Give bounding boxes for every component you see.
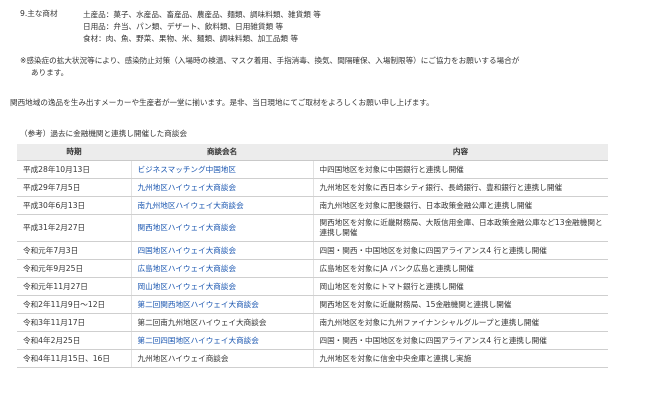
row-meeting-cell: 四国地区ハイウェイ大商談会 (131, 241, 314, 260)
meeting-link[interactable]: 広島地区ハイウェイ大商談会 (138, 264, 237, 273)
row-content: 関西地区を対象に近畿財務局、大阪信用金庫、日本政策金融公庫など13金融機関と連携… (313, 214, 608, 242)
row-meeting-cell: 広島地区ハイウェイ大商談会 (131, 259, 314, 278)
table-row: 令和3年11月17日 第二回南九州地区ハイウェイ大商談会 南九州地区を対象に九州… (17, 313, 608, 332)
header-meeting-name: 商談会名 (131, 144, 313, 161)
row-date: 令和元年11月27日 (17, 277, 132, 296)
reference-title: （参考）過去に金融機関と連携し開催した商談会 (20, 129, 188, 138)
row-date: 令和3年11月17日 (17, 313, 132, 332)
main-products-ingredients: 食材：肉、魚、野菜、果物、米、麺類、調味料類、加工品類 等 (83, 34, 299, 43)
row-content: 四国・関西・中国地区を対象に四国アライアンス4 行と連携し開催 (313, 241, 608, 260)
row-meeting-cell: 第二回四国地区ハイウェイ大商談会 (131, 331, 314, 350)
meeting-link[interactable]: ビジネスマッチング中国地区 (138, 165, 237, 174)
row-content: 岡山地区を対象にトマト銀行と連携し開催 (313, 277, 608, 296)
table-row: 平成31年2月27日 関西地区ハイウェイ大商談会 関西地区を対象に近畿財務局、大… (17, 214, 608, 242)
row-content: 南九州地区を対象に九州ファイナンシャルグループと連携し開催 (313, 313, 608, 332)
main-products-souvenirs: 土産品：菓子、水産品、畜産品、農産品、麺類、調味料類、雑貨類 等 (83, 10, 321, 19)
row-meeting-cell: 第二回関西地区ハイウェイ大商談会 (131, 295, 314, 314)
meeting-link[interactable]: 四国地区ハイウェイ大商談会 (138, 246, 237, 255)
row-date: 平成30年6月13日 (17, 196, 132, 215)
row-meeting-cell: 南九州地区ハイウェイ大商談会 (131, 196, 314, 215)
main-products-label: 9.主な商材 (20, 9, 58, 18)
table-row: 令和元年7月3日 四国地区ハイウェイ大商談会 四国・関西・中国地区を対象に四国ア… (17, 241, 608, 260)
row-content: 南九州地区を対象に肥後銀行、日本政策金融公庫と連携し開催 (313, 196, 608, 215)
intro-text: 関西地域の逸品を生み出すメーカーや生産者が一堂に揃います。是非、当日現地にてご取… (10, 98, 434, 107)
row-content: 九州地区を対象に西日本シティ銀行、長崎銀行、豊和銀行と連携し開催 (313, 178, 608, 197)
meeting-link[interactable]: 岡山地区ハイウェイ大商談会 (138, 282, 237, 291)
row-meeting-cell: 九州地区ハイウェイ大商談会 (131, 178, 314, 197)
meeting-link[interactable]: 第二回関西地区ハイウェイ大商談会 (138, 300, 259, 309)
row-date: 平成28年10月13日 (17, 160, 132, 179)
row-meeting-cell: 関西地区ハイウェイ大商談会 (131, 214, 314, 242)
row-content: 四国・関西・中国地区を対象に四国アライアンス4 行と連携し開催 (313, 331, 608, 350)
meeting-link[interactable]: 九州地区ハイウェイ大商談会 (138, 183, 237, 192)
row-meeting-cell: 第二回南九州地区ハイウェイ大商談会 (131, 313, 314, 332)
table-row: 平成29年7月5日 九州地区ハイウェイ大商談会 九州地区を対象に西日本シティ銀行… (17, 178, 608, 197)
row-content: 九州地区を対象に信金中央金庫と連携し実施 (313, 349, 608, 368)
table-header-row: 時期 商談会名 内容 (17, 144, 608, 161)
row-content: 中四国地区を対象に中国銀行と連携し開催 (313, 160, 608, 179)
header-date: 時期 (17, 144, 131, 161)
row-meeting-cell: ビジネスマッチング中国地区 (131, 160, 314, 179)
table-row: 令和元年9月25日 広島地区ハイウェイ大商談会 広島地区を対象にJA バンク広島… (17, 259, 608, 278)
header-content: 内容 (313, 144, 608, 161)
row-date: 平成29年7月5日 (17, 178, 132, 197)
row-content: 広島地区を対象にJA バンク広島と連携し開催 (313, 259, 608, 278)
row-meeting-cell: 岡山地区ハイウェイ大商談会 (131, 277, 314, 296)
meeting-name: 第二回南九州地区ハイウェイ大商談会 (137, 317, 267, 327)
row-date: 令和元年7月3日 (17, 241, 132, 260)
table-row: 令和元年11月27日 岡山地区ハイウェイ大商談会 岡山地区を対象にトマト銀行と連… (17, 277, 608, 296)
meeting-link[interactable]: 南九州地区ハイウェイ大商談会 (138, 201, 244, 210)
meeting-name: 九州地区ハイウェイ商談会 (137, 353, 229, 363)
row-meeting-cell: 九州地区ハイウェイ商談会 (131, 349, 314, 368)
table-row: 平成30年6月13日 南九州地区ハイウェイ大商談会 南九州地区を対象に肥後銀行、… (17, 196, 608, 215)
table-row: 令和4年11月15日、16日 九州地区ハイウェイ商談会 九州地区を対象に信金中央… (17, 349, 608, 368)
row-content: 関西地区を対象に近畿財務局、15金融機関と連携し開催 (313, 295, 608, 314)
past-meetings-table: 時期 商談会名 内容 平成28年10月13日 ビジネスマッチング中国地区 中四国… (17, 144, 608, 368)
row-date: 令和4年2月25日 (17, 331, 132, 350)
main-products-daily-goods: 日用品：弁当、パン類、デザート、飲料類、日用雑貨類 等 (83, 22, 284, 31)
meeting-link[interactable]: 関西地区ハイウェイ大商談会 (138, 223, 237, 232)
meeting-link[interactable]: 第二回四国地区ハイウェイ大商談会 (138, 336, 259, 345)
notice-line-1: ※感染症の拡大状況等により、感染防止対策（入場時の検温、マスク着用、手指消毒、換… (20, 56, 520, 65)
infection-notice: ※感染症の拡大状況等により、感染防止対策（入場時の検温、マスク着用、手指消毒、換… (20, 55, 620, 79)
row-date: 令和4年11月15日、16日 (17, 349, 132, 368)
table-row: 平成28年10月13日 ビジネスマッチング中国地区 中四国地区を対象に中国銀行と… (17, 160, 608, 179)
table-row: 令和2年11月9日～12日 第二回関西地区ハイウェイ大商談会 関西地区を対象に近… (17, 295, 608, 314)
main-products-list: 土産品：菓子、水産品、畜産品、農産品、麺類、調味料類、雑貨類 等 日用品：弁当、… (83, 9, 321, 45)
row-date: 令和元年9月25日 (17, 259, 132, 278)
row-date: 令和2年11月9日～12日 (17, 295, 132, 314)
row-date: 平成31年2月27日 (17, 214, 132, 242)
notice-line-2: あります。 (31, 68, 69, 77)
table-row: 令和4年2月25日 第二回四国地区ハイウェイ大商談会 四国・関西・中国地区を対象… (17, 331, 608, 350)
